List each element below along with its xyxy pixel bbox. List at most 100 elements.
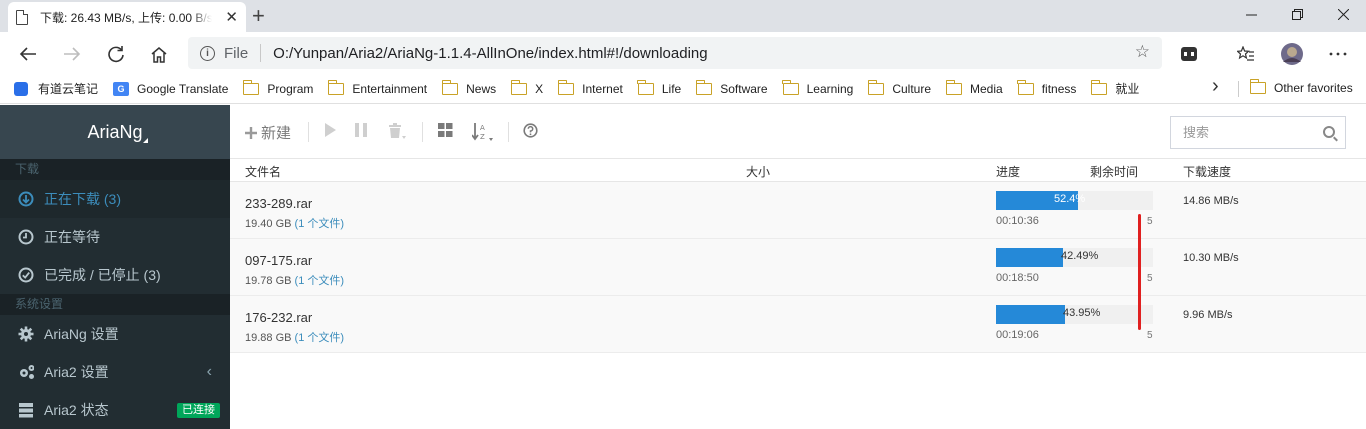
chevron-right-icon[interactable]: › [1212, 75, 1219, 98]
bookmark-item[interactable]: fitness [1017, 79, 1076, 96]
sidebar-item-aria2-status[interactable]: Aria2 状态 已连接 [0, 391, 230, 429]
bookmark-item[interactable]: Media [945, 79, 1003, 96]
bookmarks-divider [1238, 81, 1239, 97]
bookmark-item[interactable]: Learning [782, 79, 854, 96]
task-elapsed: 00:18:50 [996, 272, 1039, 284]
task-connections: 5 [1147, 216, 1153, 227]
folder-icon [441, 79, 459, 95]
task-row[interactable]: 097-175.rar 19.78 GB (1 个文件) 42.49% 00:18:5… [230, 239, 1366, 296]
col-header-remaining[interactable]: 剩余时间 [1090, 163, 1138, 180]
close-icon [1337, 8, 1349, 20]
col-header-size[interactable]: 大小 [746, 163, 770, 180]
bookmark-item[interactable]: 就业 [1090, 79, 1139, 97]
table-header: 文件名 大小 进度 剩余时间 下载速度 [230, 159, 1366, 182]
bookmark-label: Program [267, 81, 314, 96]
more-button[interactable] [1324, 40, 1352, 68]
progress-text: 52.4% [1054, 193, 1086, 205]
tab-close-icon[interactable]: ✕ [225, 8, 238, 26]
back-button[interactable] [14, 40, 42, 68]
bookmark-label: Entertainment [352, 81, 428, 96]
brand[interactable]: AriaNg [0, 105, 230, 159]
task-files-link[interactable]: (1 个文件) [295, 275, 345, 287]
sidebar-item-downloading[interactable]: 正在下载 (3) [0, 180, 230, 218]
refresh-button[interactable] [102, 40, 130, 68]
home-button[interactable] [145, 40, 173, 68]
sidebar-item-waiting[interactable]: 正在等待 [0, 218, 230, 256]
col-header-progress[interactable]: 进度 [996, 163, 1020, 180]
section-header-download: 下载 [0, 159, 230, 180]
favorites-button[interactable] [1232, 40, 1260, 68]
progress-text: 43.95% [1063, 307, 1101, 319]
bookmark-label: 有道云笔记 [38, 82, 99, 96]
bookmark-label: Media [970, 81, 1003, 96]
brand-caret-icon [143, 138, 148, 143]
new-task-button[interactable]: 新建 [245, 122, 291, 143]
url-text[interactable]: O:/Yunpan/Aria2/AriaNg-1.1.4-AllInOne/in… [273, 45, 707, 62]
bookmark-item[interactable]: Internet [557, 79, 623, 96]
profile-button[interactable] [1278, 40, 1306, 68]
help-button[interactable] [523, 123, 538, 138]
task-name[interactable]: 176-232.rar [245, 310, 312, 325]
collections-button[interactable] [1175, 40, 1203, 68]
restore-button[interactable] [1274, 0, 1320, 28]
progress-text: 42.49% [1061, 250, 1099, 262]
search-box[interactable] [1170, 116, 1346, 149]
grid-icon [438, 123, 453, 137]
back-icon [19, 47, 36, 61]
info-icon[interactable]: i [200, 45, 215, 61]
new-tab-button[interactable]: + [252, 3, 265, 29]
task-files-link[interactable]: (1 个文件) [295, 332, 345, 344]
chevron-left-icon[interactable]: ‹ [207, 363, 212, 381]
bookmark-item[interactable]: Entertainment [327, 79, 428, 96]
bookmark-label: Software [720, 81, 768, 96]
bookmark-label: X [535, 81, 544, 96]
col-header-name[interactable]: 文件名 [245, 163, 281, 180]
address-bar[interactable]: i File O:/Yunpan/Aria2/AriaNg-1.1.4-AllI… [188, 37, 1162, 69]
search-input[interactable] [1183, 125, 1313, 140]
bookmarks-bar: 有道云笔记 G Google Translate Program Entertainme… [0, 74, 1366, 104]
sidebar-item-stopped[interactable]: 已完成 / 已停止 (3) [0, 256, 230, 294]
task-connections: 5 [1147, 330, 1153, 341]
browser-tab[interactable]: 下载: 26.43 MB/s, 上传: 0.00 B/s - AriaNg ✕ [8, 2, 246, 32]
bookmark-item[interactable]: Program [242, 79, 314, 96]
progress-bar: 42.49% [996, 248, 1153, 267]
task-speed: 10.30 MB/s [1183, 252, 1239, 264]
forward-button[interactable] [58, 40, 86, 68]
profile-icon [1281, 43, 1303, 65]
browser-navbar: i File O:/Yunpan/Aria2/AriaNg-1.1.4-AllI… [0, 32, 1366, 74]
sort-button[interactable]: AZ [472, 123, 494, 141]
bookmark-item[interactable]: 有道云笔记 [14, 80, 98, 97]
other-favorites[interactable]: Other favorites [1249, 79, 1353, 95]
pause-button[interactable] [354, 123, 368, 137]
bookmark-item[interactable]: G Google Translate [113, 81, 228, 96]
gears-icon [18, 364, 34, 380]
display-order-button[interactable] [438, 123, 453, 137]
help-icon [523, 123, 538, 138]
sidebar-item-ariang-settings[interactable]: AriaNg 设置 [0, 315, 230, 353]
task-files-link[interactable]: (1 个文件) [295, 218, 345, 230]
minimize-button[interactable] [1228, 0, 1274, 28]
gear-icon [18, 326, 34, 342]
google-translate-icon: G [113, 81, 130, 96]
section-header-settings: 系统设置 [0, 294, 230, 315]
delete-button[interactable] [388, 123, 406, 139]
toolbar-divider [422, 122, 423, 142]
start-button[interactable] [324, 123, 336, 137]
progress-fill [996, 305, 1065, 324]
bookmark-item[interactable]: Software [695, 79, 768, 96]
sidebar-item-aria2-settings[interactable]: Aria2 设置 ‹ [0, 353, 230, 391]
bookmark-item[interactable]: Life [637, 79, 681, 96]
search-icon[interactable] [1323, 126, 1335, 138]
folder-icon [1249, 79, 1266, 94]
task-row[interactable]: 176-232.rar 19.88 GB (1 个文件) 43.95% 00:19:0… [230, 296, 1366, 353]
bookmark-item[interactable]: News [441, 79, 496, 96]
task-name[interactable]: 233-289.rar [245, 196, 312, 211]
col-header-speed[interactable]: 下载速度 [1183, 163, 1231, 180]
star-icon[interactable]: ☆ [1135, 42, 1150, 62]
bookmark-label: Learning [806, 81, 854, 96]
close-window-button[interactable] [1320, 0, 1366, 28]
task-row[interactable]: 233-289.rar 19.40 GB (1 个文件) 52.4% 00:10:36… [230, 182, 1366, 239]
task-name[interactable]: 097-175.rar [245, 253, 312, 268]
bookmark-item[interactable]: Culture [867, 79, 931, 96]
bookmark-item[interactable]: X [510, 79, 544, 96]
